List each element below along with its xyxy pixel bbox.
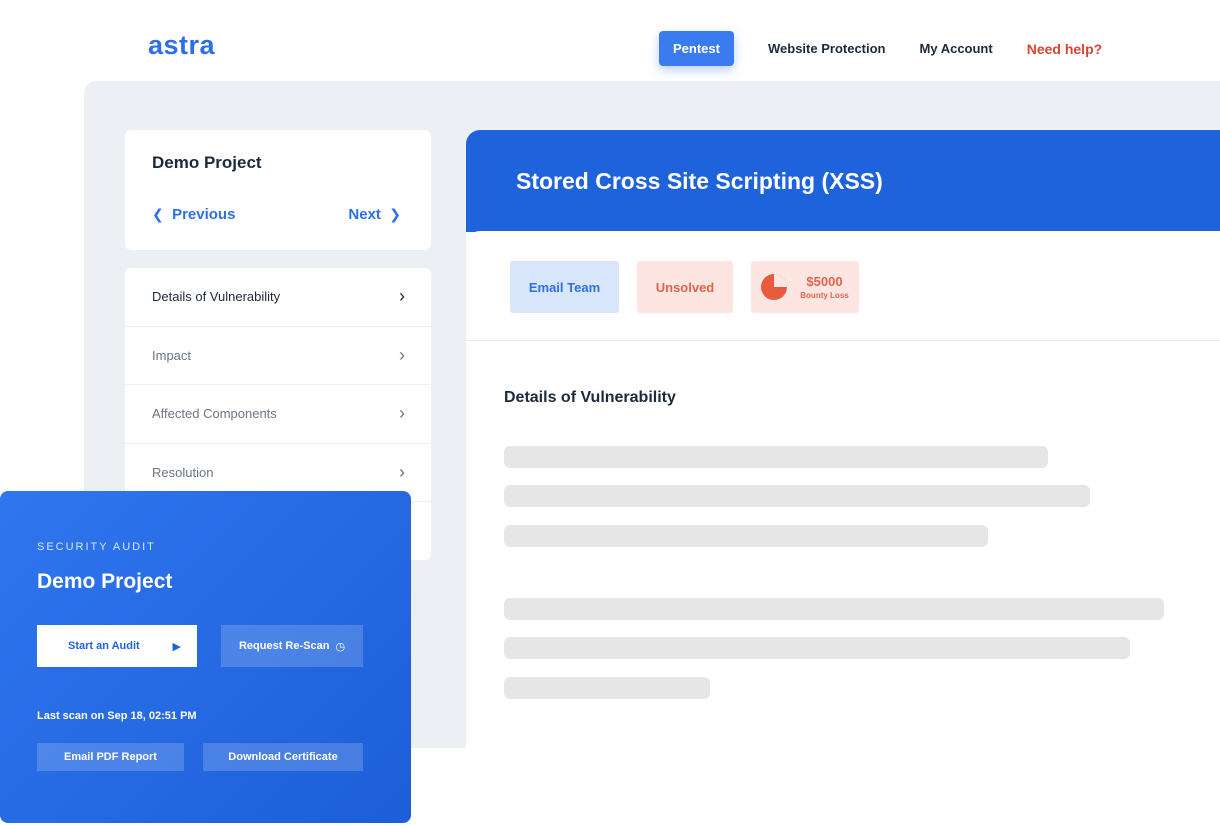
chevron-right-icon: ❯: [389, 206, 401, 222]
nav-pentest-button[interactable]: Pentest: [659, 31, 734, 66]
astra-logo[interactable]: astra: [148, 30, 215, 61]
skeleton-line: [504, 485, 1090, 507]
audit-project-title: Demo Project: [37, 570, 173, 593]
pie-chart-icon: [761, 274, 788, 300]
menu-item-label: Impact: [152, 347, 192, 363]
request-rescan-label: Request Re-Scan: [238, 640, 330, 652]
chevron-right-icon: ›: [399, 286, 405, 307]
skeleton-line: [504, 677, 710, 699]
bounty-amount: $5000: [806, 274, 843, 289]
project-card: Demo Project ❮ Previous Next ❯: [125, 130, 431, 250]
request-rescan-button[interactable]: Request Re-Scan ◷: [221, 625, 363, 667]
previous-label: Previous: [172, 206, 236, 223]
nav-need-help[interactable]: Need help?: [1027, 41, 1102, 57]
start-audit-label: Start an Audit: [68, 640, 140, 652]
previous-link[interactable]: ❮ Previous: [152, 206, 235, 223]
menu-item-impact[interactable]: Impact ›: [125, 327, 431, 385]
clock-icon: ◷: [335, 640, 346, 653]
download-certificate-button[interactable]: Download Certificate: [203, 743, 363, 771]
project-title: Demo Project: [152, 153, 262, 172]
email-team-button[interactable]: Email Team: [510, 261, 619, 313]
vulnerability-detail: Stored Cross Site Scripting (XSS) Email …: [466, 130, 1220, 748]
pagination: ❮ Previous Next ❯: [152, 206, 401, 223]
chevron-right-icon: ›: [399, 344, 405, 365]
vulnerability-body: Email Team Unsolved $5000 Bounty Loss De…: [466, 231, 1220, 748]
top-nav: Pentest Website Protection My Account Ne…: [659, 31, 1102, 66]
chevron-right-icon: ›: [399, 403, 405, 424]
last-scan-text: Last scan on Sep 18, 02:51 PM: [37, 710, 197, 722]
chevron-left-icon: ❮: [152, 206, 164, 222]
skeleton-line: [504, 637, 1130, 659]
start-audit-button[interactable]: Start an Audit ▶: [37, 625, 197, 667]
skeleton-line: [504, 525, 988, 547]
section-title: Details of Vulnerability: [504, 389, 676, 406]
skeleton-line: [504, 446, 1048, 468]
next-label: Next: [348, 206, 381, 223]
menu-item-label: Affected Components: [152, 406, 277, 422]
skeleton-line: [504, 598, 1164, 620]
bounty-text: $5000 Bounty Loss: [800, 274, 848, 300]
play-icon: ▶: [172, 640, 181, 653]
audit-eyebrow: SECURITY AUDIT: [37, 541, 156, 553]
nav-website-protection[interactable]: Website Protection: [768, 41, 886, 56]
email-pdf-report-button[interactable]: Email PDF Report: [37, 743, 184, 771]
menu-item-affected-components[interactable]: Affected Components ›: [125, 385, 431, 444]
next-link[interactable]: Next ❯: [348, 206, 401, 223]
menu-item-details[interactable]: Details of Vulnerability ›: [125, 268, 431, 327]
security-audit-card: SECURITY AUDIT Demo Project Start an Aud…: [0, 491, 411, 823]
nav-my-account[interactable]: My Account: [920, 41, 993, 56]
chevron-right-icon: ›: [399, 461, 405, 482]
vulnerability-title: Stored Cross Site Scripting (XSS): [466, 130, 1220, 232]
bounty-badge: $5000 Bounty Loss: [751, 261, 859, 313]
status-badge: Unsolved: [637, 261, 733, 313]
bounty-label: Bounty Loss: [800, 291, 849, 300]
menu-item-label: Details of Vulnerability: [152, 289, 281, 305]
menu-item-label: Resolution: [152, 464, 214, 480]
badge-row: Email Team Unsolved $5000 Bounty Loss: [466, 231, 1220, 341]
